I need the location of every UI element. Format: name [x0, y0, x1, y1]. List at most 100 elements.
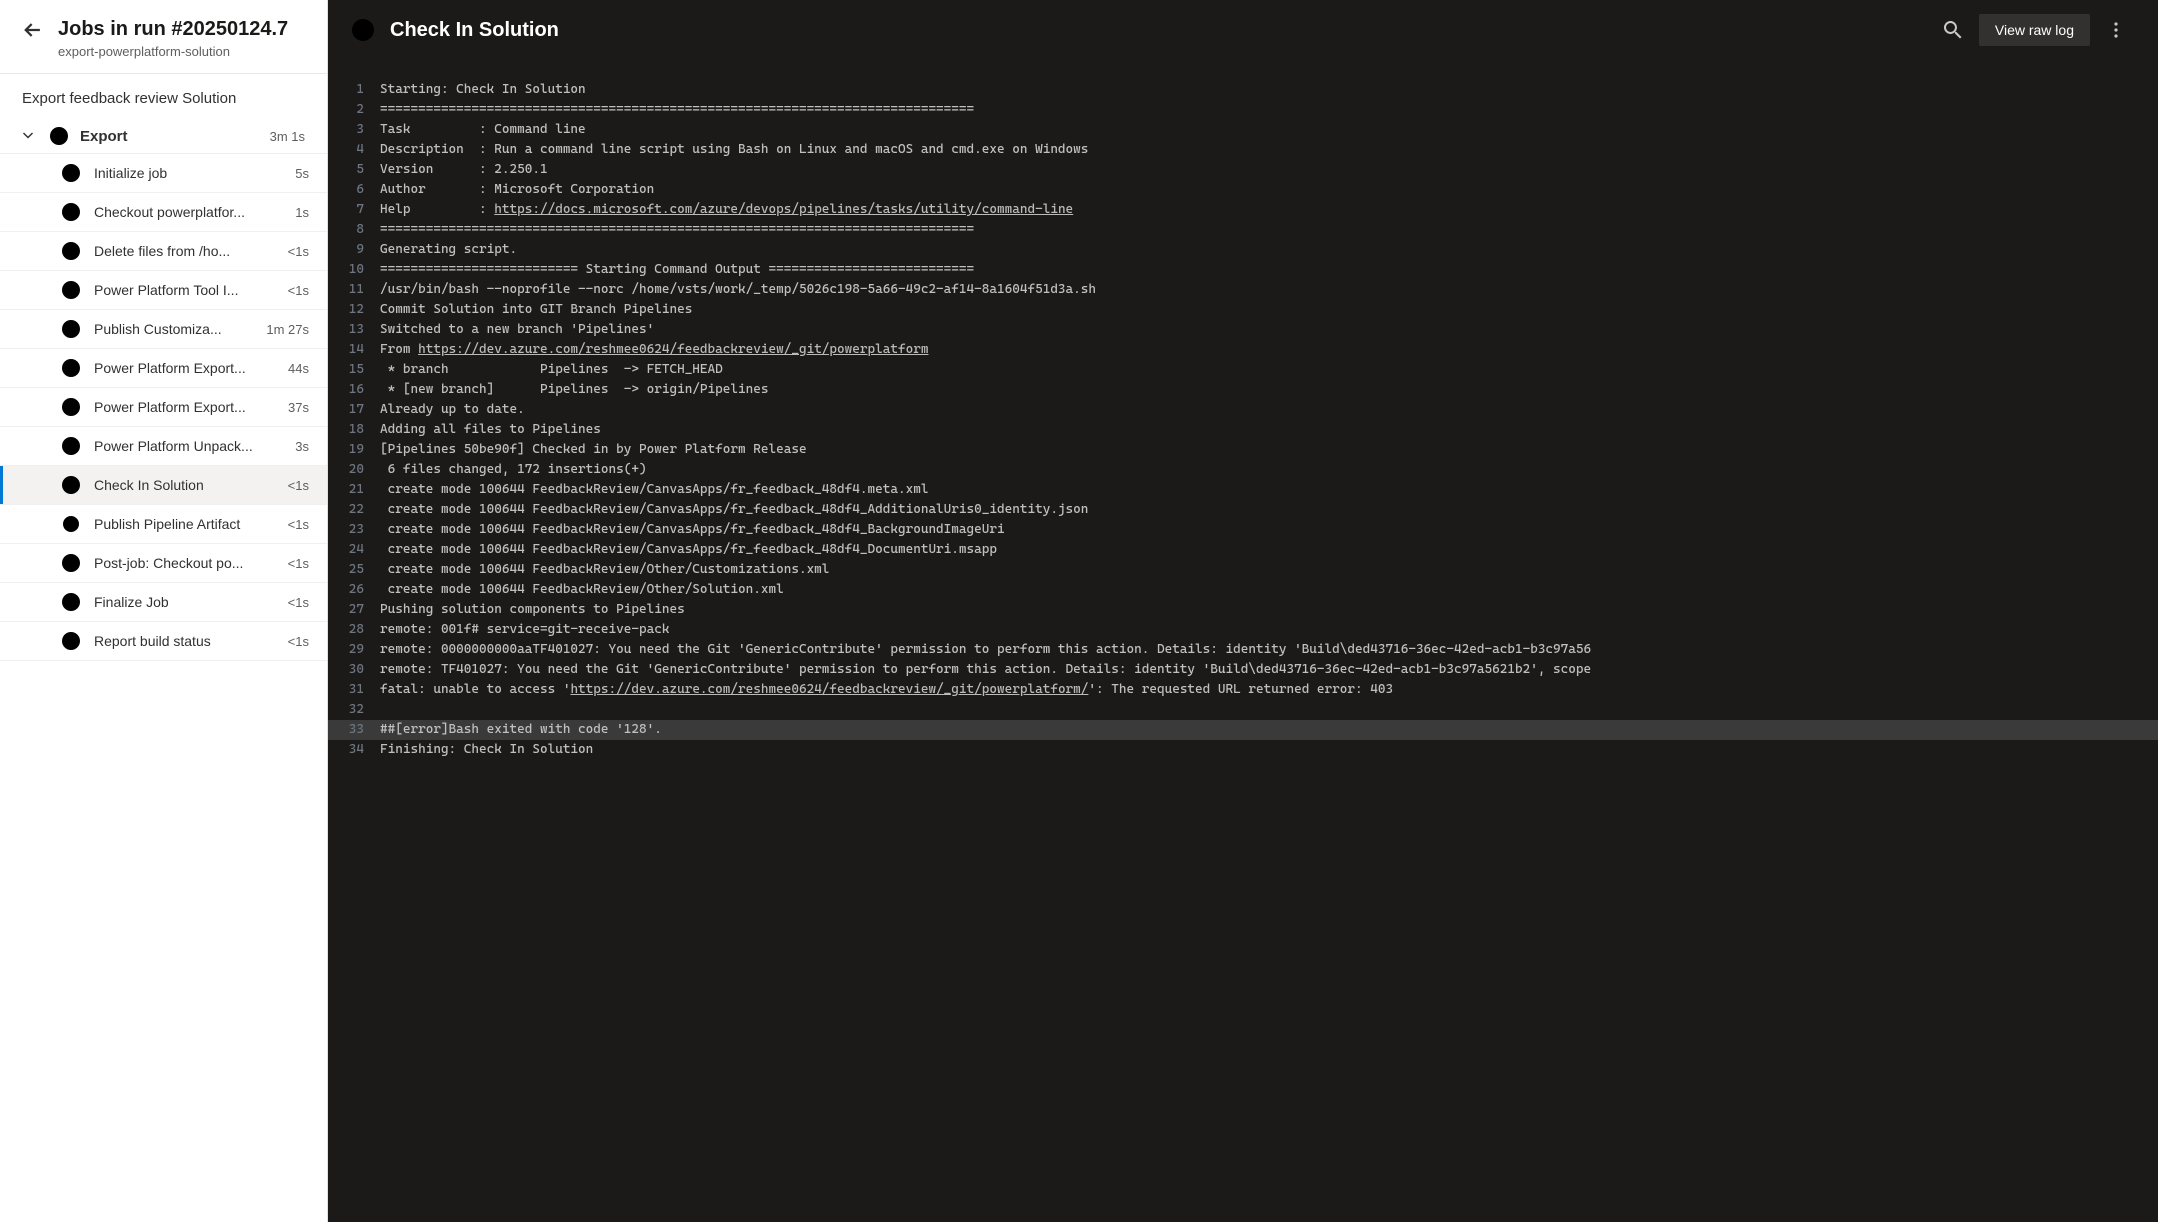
- step-row[interactable]: Publish Pipeline Artifact <1s: [0, 505, 327, 544]
- log-line: 8=======================================…: [328, 220, 2158, 240]
- chevron-down-icon: [22, 130, 38, 142]
- fail-icon: [352, 19, 374, 41]
- skip-icon: [62, 164, 80, 182]
- view-raw-log-button[interactable]: View raw log: [1979, 14, 2090, 46]
- step-duration: <1s: [282, 517, 309, 532]
- pass-icon: [62, 203, 80, 221]
- log-line: 16 * [new branch] Pipelines -> origin/Pi…: [328, 380, 2158, 400]
- pass-icon: [62, 281, 80, 299]
- skip-icon: [62, 632, 80, 650]
- wait-icon: [62, 515, 80, 533]
- stage-duration: 3m 1s: [270, 129, 305, 144]
- page-title: Jobs in run #20250124.7: [58, 18, 288, 41]
- log-line: 1Starting: Check In Solution: [328, 80, 2158, 100]
- log-line: 3Task : Command line: [328, 120, 2158, 140]
- log-title: Check In Solution: [390, 19, 1919, 42]
- step-duration: <1s: [282, 283, 309, 298]
- stage-label: Export: [80, 128, 258, 145]
- step-row[interactable]: Finalize Job <1s: [0, 583, 327, 622]
- step-duration: 1m 27s: [260, 322, 309, 337]
- log-line: 31fatal: unable to access 'https://dev.a…: [328, 680, 2158, 700]
- log-line: 27Pushing solution components to Pipelin…: [328, 600, 2158, 620]
- log-line: 17Already up to date.: [328, 400, 2158, 420]
- log-line: 15 * branch Pipelines -> FETCH_HEAD: [328, 360, 2158, 380]
- step-duration: 37s: [282, 400, 309, 415]
- search-button[interactable]: [1935, 12, 1971, 48]
- log-line: 33##[error]Bash exited with code '128'.: [328, 720, 2158, 740]
- step-label: Post-job: Checkout po...: [94, 555, 268, 571]
- log-line: 22 create mode 100644 FeedbackReview/Can…: [328, 500, 2158, 520]
- log-link[interactable]: https://dev.azure.com/reshmee0624/feedba…: [570, 682, 1088, 697]
- log-line: 28remote: 001f# service=git-receive-pack: [328, 620, 2158, 640]
- step-row[interactable]: Power Platform Tool I... <1s: [0, 271, 327, 310]
- log-line: 26 create mode 100644 FeedbackReview/Oth…: [328, 580, 2158, 600]
- more-actions-button[interactable]: [2098, 12, 2134, 48]
- step-label: Power Platform Unpack...: [94, 438, 275, 454]
- pass-icon: [62, 554, 80, 572]
- step-label: Check In Solution: [94, 477, 268, 493]
- step-row[interactable]: Publish Customiza... 1m 27s: [0, 310, 327, 349]
- step-duration: <1s: [282, 244, 309, 259]
- log-line: 12Commit Solution into GIT Branch Pipeli…: [328, 300, 2158, 320]
- step-duration: <1s: [282, 478, 309, 493]
- step-row[interactable]: Delete files from /ho...<1s: [0, 232, 327, 271]
- stage-row-export[interactable]: Export 3m 1s: [0, 119, 327, 153]
- log-panel: Check In Solution View raw log 1Starting…: [328, 0, 2158, 1222]
- log-line: 7Help : https://docs.microsoft.com/azure…: [328, 200, 2158, 220]
- log-link[interactable]: https://dev.azure.com/reshmee0624/feedba…: [418, 342, 928, 357]
- log-line: 21 create mode 100644 FeedbackReview/Can…: [328, 480, 2158, 500]
- step-row[interactable]: Post-job: Checkout po... <1s: [0, 544, 327, 583]
- pass-icon: [62, 320, 80, 338]
- step-duration: <1s: [282, 634, 309, 649]
- back-button[interactable]: [22, 20, 42, 40]
- log-line: 14From https://dev.azure.com/reshmee0624…: [328, 340, 2158, 360]
- log-line: 34Finishing: Check In Solution: [328, 740, 2158, 760]
- log-line: 24 create mode 100644 FeedbackReview/Can…: [328, 540, 2158, 560]
- log-line: 23 create mode 100644 FeedbackReview/Can…: [328, 520, 2158, 540]
- sidebar-header: Jobs in run #20250124.7 export-powerplat…: [0, 0, 327, 74]
- log-line: 32: [328, 700, 2158, 720]
- fail-icon: [62, 476, 80, 494]
- sidebar: Jobs in run #20250124.7 export-powerplat…: [0, 0, 328, 1222]
- step-row[interactable]: Checkout powerplatfor... 1s: [0, 193, 327, 232]
- pass-icon: [62, 437, 80, 455]
- page-subtitle: export-powerplatform-solution: [58, 44, 305, 59]
- log-line: 29remote: 0000000000aaTF401027: You need…: [328, 640, 2158, 660]
- pass-icon: [62, 359, 80, 377]
- step-label: Publish Customiza...: [94, 321, 246, 337]
- log-line: 5Version : 2.250.1: [328, 160, 2158, 180]
- log-link[interactable]: https://docs.microsoft.com/azure/devops/…: [494, 202, 1073, 217]
- step-label: Publish Pipeline Artifact: [94, 516, 268, 532]
- log-line: 19[Pipelines 50be90f] Checked in by Powe…: [328, 440, 2158, 460]
- pass-icon: [62, 242, 80, 260]
- log-line: 18Adding all files to Pipelines: [328, 420, 2158, 440]
- log-line: 20 6 files changed, 172 insertions(+): [328, 460, 2158, 480]
- step-duration: 1s: [289, 205, 309, 220]
- step-row[interactable]: Report build status <1s: [0, 622, 327, 661]
- log-line: 2=======================================…: [328, 100, 2158, 120]
- step-label: Report build status: [94, 633, 268, 649]
- step-row[interactable]: Power Platform Unpack... 3s: [0, 427, 327, 466]
- step-label: Power Platform Tool I...: [94, 282, 268, 298]
- log-line: 13Switched to a new branch 'Pipelines': [328, 320, 2158, 340]
- log-line: 4Description : Run a command line script…: [328, 140, 2158, 160]
- step-duration: <1s: [282, 556, 309, 571]
- step-duration: 5s: [289, 166, 309, 181]
- skip-icon: [62, 593, 80, 611]
- step-row[interactable]: Power Platform Export... 37s: [0, 388, 327, 427]
- log-line: 9Generating script.: [328, 240, 2158, 260]
- log-line: 10========================== Starting Co…: [328, 260, 2158, 280]
- step-row[interactable]: Power Platform Export... 44s: [0, 349, 327, 388]
- log-body[interactable]: 1Starting: Check In Solution2===========…: [328, 60, 2158, 1222]
- step-label: Power Platform Export...: [94, 399, 268, 415]
- step-row[interactable]: Initialize job 5s: [0, 154, 327, 193]
- step-duration: 3s: [289, 439, 309, 454]
- step-label: Finalize Job: [94, 594, 268, 610]
- step-label: Checkout powerplatfor...: [94, 204, 275, 220]
- step-duration: <1s: [282, 595, 309, 610]
- step-duration: 44s: [282, 361, 309, 376]
- step-label: Initialize job: [94, 165, 275, 181]
- fail-icon: [50, 127, 68, 145]
- step-label: Power Platform Export...: [94, 360, 268, 376]
- step-row[interactable]: Check In Solution <1s: [0, 466, 327, 505]
